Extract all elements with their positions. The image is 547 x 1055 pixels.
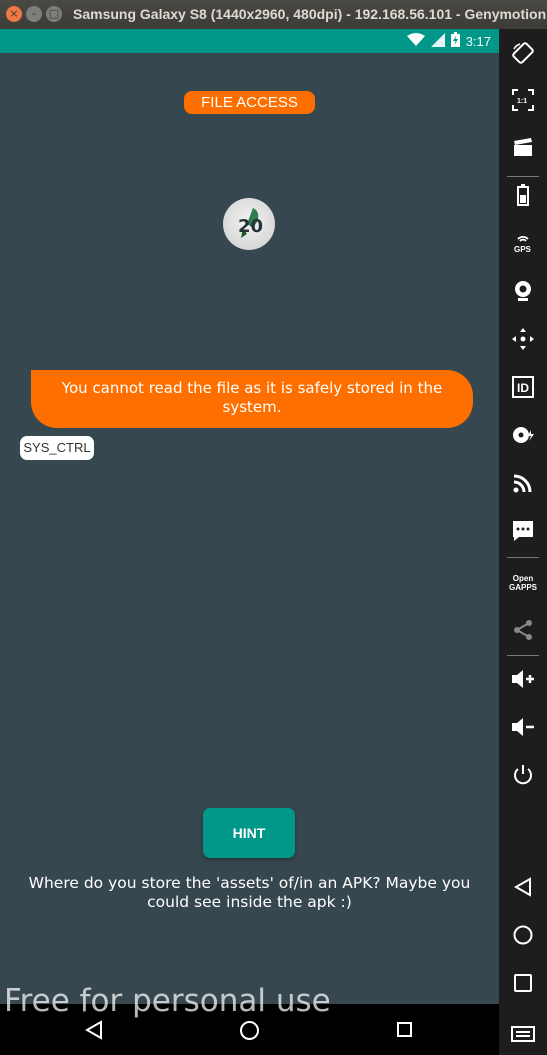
- window-title: Samsung Galaxy S8 (1440x2960, 480dpi) - …: [73, 6, 547, 22]
- phone-screen: 3:17 FILE ACCESS 20 You cannot read the …: [0, 29, 499, 1055]
- volume-down-icon[interactable]: [499, 709, 547, 745]
- back-icon[interactable]: [499, 869, 547, 905]
- battery-icon[interactable]: [499, 177, 547, 213]
- network-icon[interactable]: [499, 465, 547, 501]
- window-close-button[interactable]: ×: [6, 6, 22, 22]
- battery-charging-icon: [450, 32, 460, 50]
- window-maximize-button[interactable]: □: [46, 6, 62, 22]
- nav-recent-icon[interactable]: [397, 1022, 412, 1037]
- emulator-toolbar: 1:1 GPS ID Open GAPPS: [499, 29, 547, 1055]
- logo-number: 20: [238, 216, 263, 237]
- capture-icon[interactable]: [499, 129, 547, 165]
- watermark-text: Free for personal use: [4, 983, 331, 1019]
- power-icon[interactable]: [499, 757, 547, 793]
- message-text: You cannot read the file as it is safely…: [61, 379, 443, 416]
- nav-back-icon[interactable]: [84, 1020, 103, 1044]
- file-access-badge: FILE ACCESS: [184, 91, 315, 114]
- identifiers-icon[interactable]: ID: [499, 369, 547, 405]
- status-bar: 3:17: [0, 29, 499, 53]
- dpad-icon[interactable]: [499, 321, 547, 357]
- svg-text:ID: ID: [517, 381, 529, 395]
- signal-icon: [430, 32, 445, 50]
- nav-home-icon[interactable]: [240, 1021, 259, 1040]
- pixel-perfect-icon[interactable]: 1:1: [499, 82, 547, 118]
- hint-button[interactable]: HINT: [203, 808, 295, 858]
- home-icon[interactable]: [499, 917, 547, 953]
- status-time: 3:17: [465, 33, 491, 49]
- window-minimize-button[interactable]: –: [26, 6, 42, 22]
- open-gapps-icon[interactable]: Open GAPPS: [499, 565, 547, 601]
- menu-icon[interactable]: [499, 1015, 547, 1051]
- window-titlebar: × – □ Samsung Galaxy S8 (1440x2960, 480d…: [0, 0, 547, 29]
- sender-tag: SYS_CTRL: [20, 436, 94, 460]
- message-bubble: You cannot read the file as it is safely…: [31, 370, 473, 428]
- recent-apps-icon[interactable]: [499, 965, 547, 1001]
- hint-text: Where do you store the 'assets' of/in an…: [28, 874, 471, 911]
- rotate-icon[interactable]: [499, 35, 547, 71]
- sms-icon[interactable]: [499, 513, 547, 549]
- svg-text:GPS: GPS: [514, 245, 532, 254]
- share-icon[interactable]: [499, 612, 547, 648]
- svg-text:1:1: 1:1: [517, 98, 527, 105]
- gps-icon[interactable]: GPS: [499, 225, 547, 261]
- disk-io-icon[interactable]: [499, 417, 547, 453]
- volume-up-icon[interactable]: [499, 661, 547, 697]
- camera-icon[interactable]: [499, 273, 547, 309]
- app-logo: 20: [223, 198, 275, 250]
- wifi-icon: [406, 32, 425, 50]
